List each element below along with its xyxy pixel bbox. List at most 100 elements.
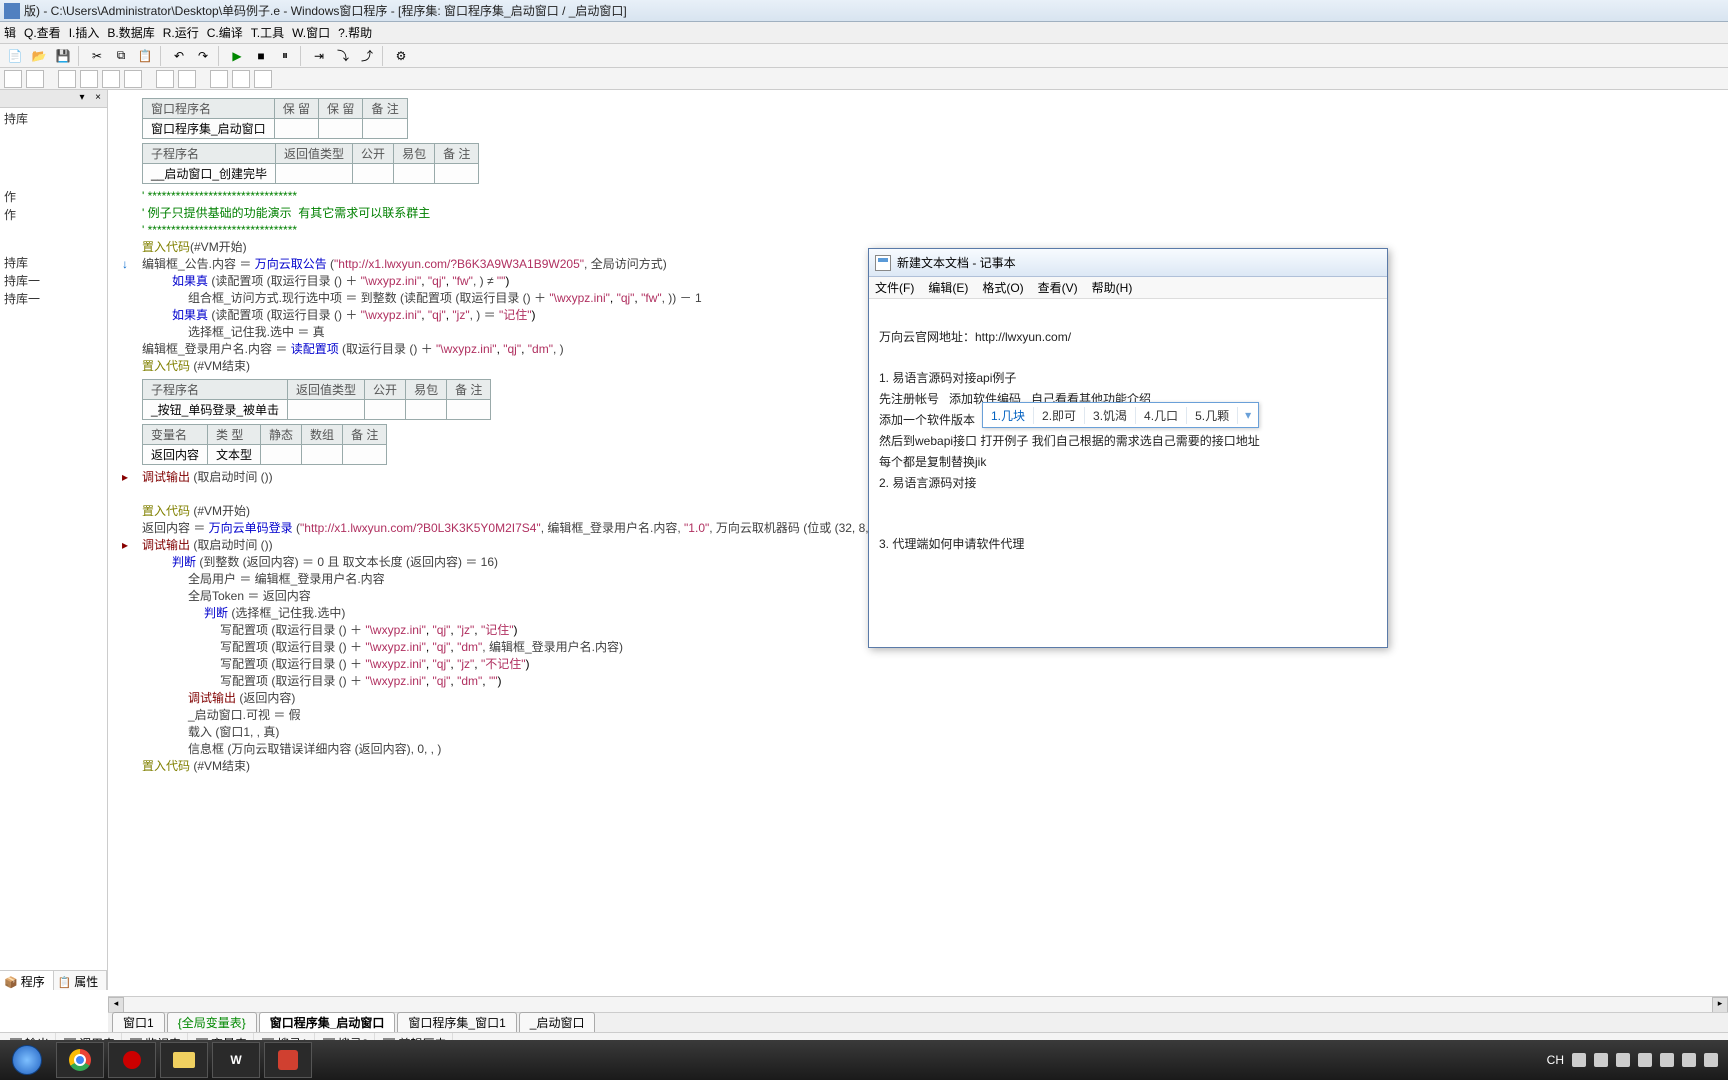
menu-database[interactable]: B.数据库 bbox=[107, 24, 154, 41]
editor-tabs: 窗口1 {全局变量表} 窗口程序集_启动窗口 窗口程序集_窗口1 _启动窗口 bbox=[108, 1012, 1728, 1032]
toolbar-new[interactable]: 📄 bbox=[4, 46, 26, 66]
toolbar-stop[interactable]: ■ bbox=[250, 46, 272, 66]
tree-item[interactable]: 持库 bbox=[4, 254, 103, 272]
code-line: 信息框 (万向云取错误详细内容 (返回内容), 0, , ) bbox=[112, 741, 1724, 758]
table-sub2: 子程序名返回值类型公开易包备 注 _按钮_单码登录_被单击 bbox=[142, 379, 491, 420]
toolbar-cut[interactable]: ✂ bbox=[86, 46, 108, 66]
record-icon bbox=[123, 1051, 141, 1069]
start-button[interactable] bbox=[0, 1040, 54, 1080]
tb2-9[interactable] bbox=[210, 70, 228, 88]
main-toolbar: 📄 📂 💾 ✂ ⧉ 📋 ↶ ↷ ▶ ■ ⏸ ⇥ ⤵ ⤴ ⚙ bbox=[0, 44, 1728, 68]
tray-icon[interactable] bbox=[1572, 1053, 1586, 1067]
tree-item[interactable]: 持库一 bbox=[4, 272, 103, 290]
table-sub1: 子程序名返回值类型公开易包备 注 __启动窗口_创建完毕 bbox=[142, 143, 479, 184]
task-record[interactable] bbox=[108, 1042, 156, 1078]
task-explorer[interactable] bbox=[160, 1042, 208, 1078]
app-task-icon bbox=[278, 1050, 298, 1070]
menu-insert[interactable]: I.插入 bbox=[69, 24, 100, 41]
toolbar-paste[interactable]: 📋 bbox=[134, 46, 156, 66]
toolbar-copy[interactable]: ⧉ bbox=[110, 46, 132, 66]
gutter-breakpoint-icon[interactable]: ▸ bbox=[112, 469, 138, 486]
tb2-3[interactable] bbox=[58, 70, 76, 88]
tray-icon[interactable] bbox=[1660, 1053, 1674, 1067]
toolbar-step[interactable]: ⇥ bbox=[308, 46, 330, 66]
sidebar-tab-properties[interactable]: 📋 属性 bbox=[54, 971, 108, 990]
editor-hscroll[interactable]: ◂ ▸ bbox=[108, 996, 1728, 1012]
sidebar-pin-icon[interactable]: ▾ bbox=[75, 92, 89, 106]
tree-item[interactable]: 作 bbox=[4, 188, 103, 206]
tb2-2[interactable] bbox=[26, 70, 44, 88]
notepad-menu-file[interactable]: 文件(F) bbox=[875, 279, 914, 296]
menu-tools[interactable]: T.工具 bbox=[251, 24, 284, 41]
ime-candidate[interactable]: 4.几口 bbox=[1136, 407, 1187, 424]
notepad-menu-help[interactable]: 帮助(H) bbox=[1092, 279, 1133, 296]
toolbar-run[interactable]: ▶ bbox=[226, 46, 248, 66]
sidebar-tab-program[interactable]: 📦 程序 bbox=[0, 971, 54, 990]
toolbar-stepout[interactable]: ⤴ bbox=[356, 46, 378, 66]
toolbar-redo[interactable]: ↷ bbox=[192, 46, 214, 66]
tree-item[interactable]: 作 bbox=[4, 206, 103, 224]
ime-candidate-bar[interactable]: 1.几块 2.即可 3.饥渴 4.几口 5.几颗 ▾ bbox=[982, 402, 1259, 428]
tb2-10[interactable] bbox=[232, 70, 250, 88]
notepad-menu-format[interactable]: 格式(O) bbox=[982, 279, 1023, 296]
notepad-textarea[interactable]: 万向云官网地址：http://lwxyun.com/ 1. 易语言源码对接api… bbox=[869, 299, 1387, 583]
tb2-1[interactable] bbox=[4, 70, 22, 88]
tray-icon[interactable] bbox=[1704, 1053, 1718, 1067]
notepad-menu-view[interactable]: 查看(V) bbox=[1038, 279, 1078, 296]
notepad-menubar: 文件(F) 编辑(E) 格式(O) 查看(V) 帮助(H) bbox=[869, 277, 1387, 299]
notepad-titlebar[interactable]: 新建文本文档 - 记事本 bbox=[869, 249, 1387, 277]
tab-window1[interactable]: 窗口1 bbox=[112, 1012, 165, 1032]
notepad-menu-edit[interactable]: 编辑(E) bbox=[928, 279, 968, 296]
toolbar-misc[interactable]: ⚙ bbox=[390, 46, 412, 66]
tb2-8[interactable] bbox=[178, 70, 196, 88]
code-comment: ' ******************************** bbox=[112, 188, 1724, 205]
table-module: 窗口程序名保 留保 留备 注 窗口程序集_启动窗口 bbox=[142, 98, 408, 139]
sidebar-close-icon[interactable]: × bbox=[91, 92, 105, 106]
secondary-toolbar bbox=[0, 68, 1728, 90]
toolbar-undo[interactable]: ↶ bbox=[168, 46, 190, 66]
tray-icon[interactable] bbox=[1682, 1053, 1696, 1067]
system-tray: CH bbox=[1537, 1053, 1728, 1067]
tree-item[interactable]: 持库 bbox=[4, 110, 103, 128]
menu-view[interactable]: Q.查看 bbox=[24, 24, 61, 41]
toolbar-save[interactable]: 💾 bbox=[52, 46, 74, 66]
toolbar-stepinto[interactable]: ⤵ bbox=[332, 46, 354, 66]
toolbar-open[interactable]: 📂 bbox=[28, 46, 50, 66]
notepad-window[interactable]: 新建文本文档 - 记事本 文件(F) 编辑(E) 格式(O) 查看(V) 帮助(… bbox=[868, 248, 1388, 648]
ime-candidate[interactable]: 1.几块 bbox=[983, 407, 1034, 424]
ime-candidate[interactable]: 5.几颗 bbox=[1187, 407, 1238, 424]
ime-candidate[interactable]: 3.饥渴 bbox=[1085, 407, 1136, 424]
menu-compile[interactable]: C.编译 bbox=[207, 24, 243, 41]
notepad-title: 新建文本文档 - 记事本 bbox=[897, 254, 1016, 271]
notepad-icon bbox=[875, 255, 891, 271]
tb2-5[interactable] bbox=[102, 70, 120, 88]
tab-startwindow[interactable]: _启动窗口 bbox=[519, 1012, 596, 1032]
tray-network-icon[interactable] bbox=[1616, 1053, 1630, 1067]
task-chrome[interactable] bbox=[56, 1042, 104, 1078]
tray-icon[interactable] bbox=[1594, 1053, 1608, 1067]
tb2-4[interactable] bbox=[80, 70, 98, 88]
task-app[interactable] bbox=[264, 1042, 312, 1078]
tree-item[interactable]: 持库一 bbox=[4, 290, 103, 308]
gutter-breakpoint-icon[interactable]: ▸ bbox=[112, 537, 138, 554]
tab-globalvars[interactable]: {全局变量表} bbox=[167, 1012, 257, 1032]
scroll-left-icon[interactable]: ◂ bbox=[108, 997, 124, 1013]
tb2-11[interactable] bbox=[254, 70, 272, 88]
tab-window1-set[interactable]: 窗口程序集_窗口1 bbox=[397, 1012, 516, 1032]
toolbar-pause[interactable]: ⏸ bbox=[274, 46, 296, 66]
tray-lang[interactable]: CH bbox=[1547, 1053, 1564, 1067]
sidebar-tree[interactable]: 持库 作 作 持库 持库一 持库一 bbox=[0, 108, 107, 310]
menu-edit[interactable]: 辑 bbox=[4, 24, 16, 41]
menu-help[interactable]: ?.帮助 bbox=[338, 24, 372, 41]
task-wps[interactable]: W bbox=[212, 1042, 260, 1078]
sidebar-tabs: 📦 程序 📋 属性 bbox=[0, 970, 107, 990]
ime-dropdown-icon[interactable]: ▾ bbox=[1238, 408, 1258, 422]
ime-candidate[interactable]: 2.即可 bbox=[1034, 407, 1085, 424]
tb2-7[interactable] bbox=[156, 70, 174, 88]
menu-run[interactable]: R.运行 bbox=[163, 24, 199, 41]
scroll-right-icon[interactable]: ▸ bbox=[1712, 997, 1728, 1013]
tray-volume-icon[interactable] bbox=[1638, 1053, 1652, 1067]
menu-window[interactable]: W.窗口 bbox=[292, 24, 330, 41]
tb2-6[interactable] bbox=[124, 70, 142, 88]
tab-startwindow-set[interactable]: 窗口程序集_启动窗口 bbox=[259, 1012, 396, 1032]
